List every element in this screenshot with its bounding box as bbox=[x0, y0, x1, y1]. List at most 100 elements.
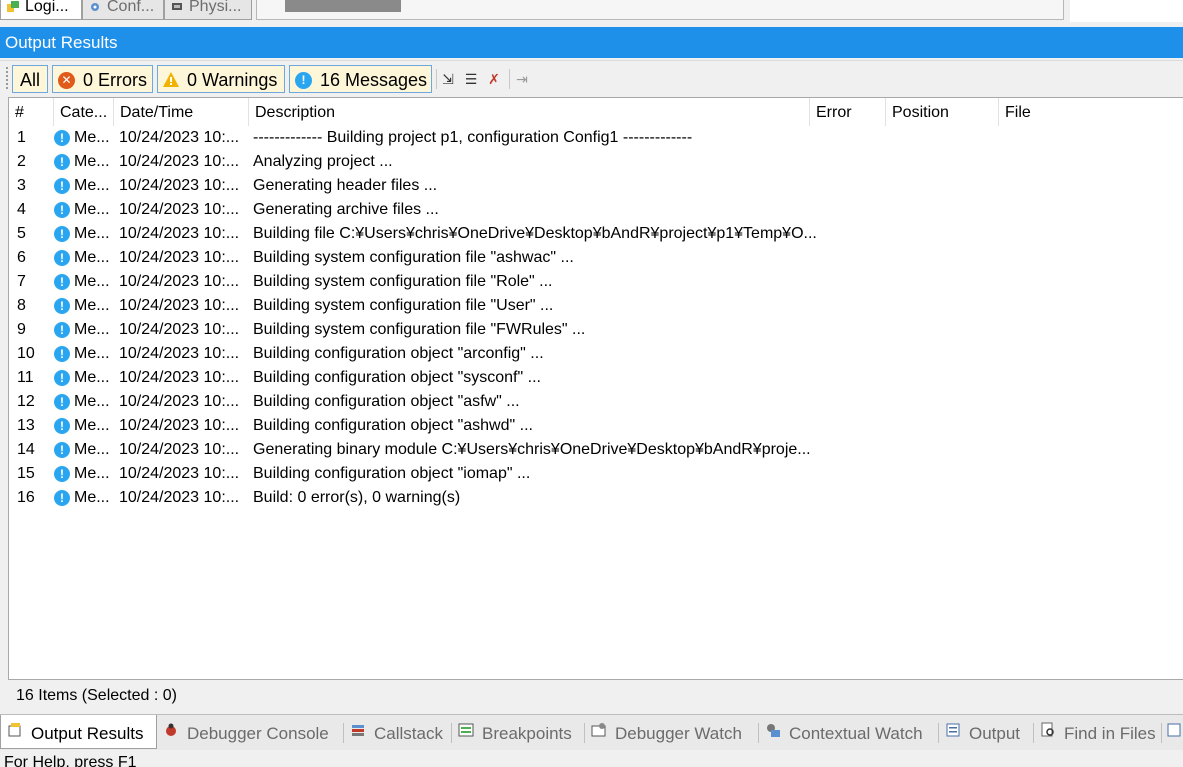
table-row[interactable]: ! 12 Me... 10/24/2023 10:... Building config… bbox=[9, 390, 1183, 414]
row-datetime: 10/24/2023 10:... bbox=[119, 345, 240, 362]
table-row[interactable]: ! 13 Me... 10/24/2023 10:... Building config… bbox=[9, 414, 1183, 438]
table-row[interactable]: ! 10 Me... 10/24/2023 10:... Building config… bbox=[9, 342, 1183, 366]
table-row[interactable]: ! 14 Me... 10/24/2023 10:... Generating bina… bbox=[9, 438, 1183, 462]
callstack-icon bbox=[352, 725, 364, 736]
row-category: Me... bbox=[74, 465, 110, 482]
row-category: Me... bbox=[74, 369, 110, 386]
filter-warnings-button[interactable]: 0 Warnings bbox=[157, 65, 285, 93]
row-datetime: 10/24/2023 10:... bbox=[119, 153, 240, 170]
clear-list-icon[interactable]: ☰ bbox=[463, 71, 479, 87]
filter-all-button[interactable]: All bbox=[12, 65, 48, 93]
row-number: 16 bbox=[17, 489, 35, 506]
table-row[interactable]: ! 9 Me... 10/24/2023 10:... Building system … bbox=[9, 318, 1183, 342]
message-icon: ! bbox=[54, 298, 70, 314]
toolbar-separator bbox=[436, 69, 437, 89]
row-number: 6 bbox=[17, 249, 26, 266]
tab-label: Contextual Watch bbox=[789, 724, 923, 743]
column-header-file[interactable]: File bbox=[999, 98, 1183, 126]
table-row[interactable]: ! 6 Me... 10/24/2023 10:... Building system … bbox=[9, 246, 1183, 270]
tab-logical-view[interactable]: Logi... bbox=[0, 0, 82, 20]
table-row[interactable]: ! 1 Me... 10/24/2023 10:... ------------- Bu… bbox=[9, 126, 1183, 150]
row-datetime: 10/24/2023 10:... bbox=[119, 201, 240, 218]
row-datetime: 10/24/2023 10:... bbox=[119, 369, 240, 386]
column-header-category[interactable]: Cate... bbox=[54, 98, 114, 126]
message-icon: ! bbox=[54, 370, 70, 386]
row-number: 10 bbox=[17, 345, 35, 362]
row-number: 5 bbox=[17, 225, 26, 242]
table-row[interactable]: ! 5 Me... 10/24/2023 10:... Building file C:… bbox=[9, 222, 1183, 246]
filter-errors-button[interactable]: ✕ 0 Errors bbox=[52, 65, 153, 93]
tab-debugger-watch[interactable]: Debugger Watch bbox=[585, 715, 759, 749]
tab-contextual-watch[interactable]: Contextual Watch bbox=[759, 715, 939, 749]
message-icon: ! bbox=[54, 154, 70, 170]
physical-view-icon bbox=[172, 3, 182, 10]
row-datetime: 10/24/2023 10:... bbox=[119, 489, 240, 506]
column-header-description[interactable]: Description bbox=[249, 98, 810, 126]
row-category: Me... bbox=[74, 393, 110, 410]
table-row[interactable]: ! 15 Me... 10/24/2023 10:... Building config… bbox=[9, 462, 1183, 486]
tab-callstack[interactable]: Callstack bbox=[344, 715, 452, 749]
toolbar-grip[interactable] bbox=[6, 67, 8, 91]
row-description: ------------- Building project p1, confi… bbox=[253, 129, 693, 146]
table-row[interactable]: ! 8 Me... 10/24/2023 10:... Building system … bbox=[9, 294, 1183, 318]
message-icon: ! bbox=[54, 250, 70, 266]
column-header-datetime[interactable]: Date/Time bbox=[114, 98, 249, 126]
column-header-position[interactable]: Position bbox=[886, 98, 999, 126]
breakpoints-icon bbox=[458, 723, 474, 737]
column-header-number[interactable]: # bbox=[9, 98, 54, 126]
row-category: Me... bbox=[74, 297, 110, 314]
tab-find-in-files[interactable]: Find in Files bbox=[1034, 715, 1162, 749]
row-category: Me... bbox=[74, 177, 110, 194]
filter-errors-label: 0 Errors bbox=[83, 70, 148, 90]
toolbar-separator bbox=[509, 69, 510, 89]
tab-output-results[interactable]: Output Results bbox=[0, 715, 157, 749]
goto-next-icon[interactable]: ⇥ bbox=[514, 71, 530, 87]
tab-output[interactable]: Output bbox=[939, 715, 1034, 749]
table-row[interactable]: ! 2 Me... 10/24/2023 10:... Analyzing projec… bbox=[9, 150, 1183, 174]
table-row[interactable]: ! 16 Me... 10/24/2023 10:... Build: 0 error(… bbox=[9, 486, 1183, 510]
row-category: Me... bbox=[74, 417, 110, 434]
list-header: # Cate... Date/Time Description Error Po… bbox=[9, 98, 1183, 126]
message-icon: ! bbox=[54, 394, 70, 410]
row-number: 11 bbox=[17, 369, 34, 386]
top-tab-strip: Logi... Conf... Physi... bbox=[0, 0, 1183, 24]
top-scrollbar[interactable] bbox=[256, 0, 1064, 20]
tab-overflow[interactable] bbox=[1162, 715, 1183, 749]
output-results-list[interactable]: # Cate... Date/Time Description Error Po… bbox=[8, 97, 1183, 680]
table-row[interactable]: ! 11 Me... 10/24/2023 10:... Building config… bbox=[9, 366, 1183, 390]
row-datetime: 10/24/2023 10:... bbox=[119, 273, 240, 290]
tab-label: Output Results bbox=[31, 724, 144, 743]
table-row[interactable]: ! 7 Me... 10/24/2023 10:... Building system … bbox=[9, 270, 1183, 294]
row-description: Building system configuration file "ashw… bbox=[253, 249, 574, 266]
row-category: Me... bbox=[74, 345, 110, 362]
error-icon: ✕ bbox=[58, 72, 75, 89]
contextual-watch-icon bbox=[767, 724, 780, 737]
table-row[interactable]: ! 3 Me... 10/24/2023 10:... Generating heade… bbox=[9, 174, 1183, 198]
tab-debugger-console[interactable]: Debugger Console bbox=[157, 715, 344, 749]
table-row[interactable]: ! 4 Me... 10/24/2023 10:... Generating archi… bbox=[9, 198, 1183, 222]
tab-breakpoints[interactable]: Breakpoints bbox=[452, 715, 585, 749]
row-number: 2 bbox=[17, 153, 26, 170]
filter-messages-label: 16 Messages bbox=[320, 70, 428, 90]
tab-physical-view[interactable]: Physi... bbox=[164, 0, 252, 20]
column-header-error[interactable]: Error bbox=[810, 98, 886, 126]
tab-label: Find in Files bbox=[1064, 724, 1156, 743]
bottom-tab-strip: Output Results Debugger Console Callstac… bbox=[0, 714, 1183, 751]
clear-filter-icon[interactable]: ✗ bbox=[486, 71, 502, 87]
row-category: Me... bbox=[74, 273, 110, 290]
tab-label: Conf... bbox=[107, 0, 155, 15]
filter-messages-button[interactable]: ! 16 Messages bbox=[289, 65, 432, 93]
row-category: Me... bbox=[74, 129, 110, 146]
import-icon[interactable]: ⇲ bbox=[440, 71, 456, 87]
warning-icon bbox=[163, 72, 179, 87]
row-description: Building configuration object "iomap" ..… bbox=[253, 465, 531, 482]
scrollbar-thumb[interactable] bbox=[285, 0, 401, 12]
row-description: Build: 0 error(s), 0 warning(s) bbox=[253, 489, 461, 506]
row-datetime: 10/24/2023 10:... bbox=[119, 249, 240, 266]
row-category: Me... bbox=[74, 153, 110, 170]
tab-configuration-view[interactable]: Conf... bbox=[82, 0, 164, 20]
configuration-view-icon bbox=[91, 3, 99, 11]
row-datetime: 10/24/2023 10:... bbox=[119, 441, 240, 458]
row-datetime: 10/24/2023 10:... bbox=[119, 321, 240, 338]
row-description: Building system configuration file "User… bbox=[253, 297, 554, 314]
